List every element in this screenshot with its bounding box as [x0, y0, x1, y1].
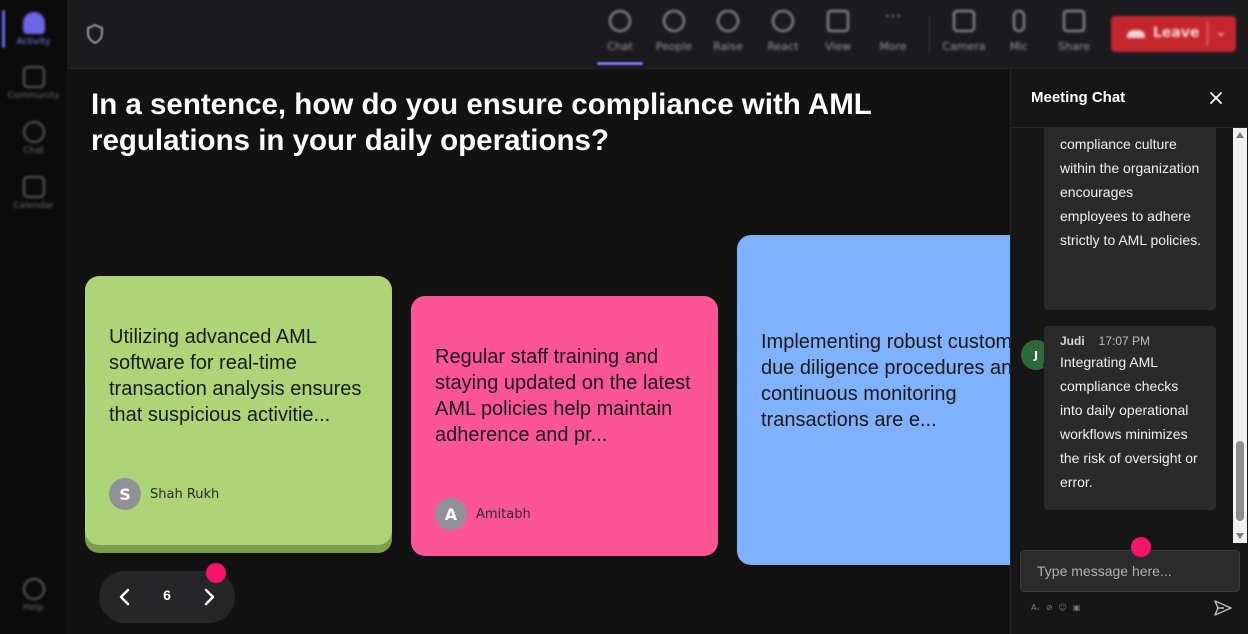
chat-icon	[22, 121, 45, 143]
shield-icon[interactable]	[87, 24, 103, 44]
gif-icon[interactable]: ▣	[1073, 603, 1081, 612]
chevron-down-icon[interactable]: ⌄	[1215, 24, 1227, 40]
chat-message: Judi 17:07 PM Integrating AML compliance…	[1044, 326, 1216, 510]
format-icon[interactable]: Aᵥ	[1031, 603, 1040, 612]
rail-item-activity[interactable]: Activity	[0, 12, 67, 47]
toolbar-share-button[interactable]: Share	[1049, 10, 1099, 53]
people-icon	[663, 10, 685, 32]
response-text: Implementing robust customer due diligen…	[761, 331, 1010, 431]
toolbar-chat-button[interactable]: Chat	[595, 10, 645, 53]
raise-hand-icon	[717, 10, 739, 32]
rail-item-label: Activity	[16, 37, 51, 47]
help-icon	[22, 578, 45, 600]
rail-item-calendar[interactable]: Calendar	[0, 176, 67, 211]
rail-item-label: Community	[7, 91, 60, 101]
response-card[interactable]: Regular staff training and staying updat…	[411, 296, 718, 556]
message-time: 17:07 PM	[1098, 334, 1151, 348]
scroll-thumb[interactable]	[1236, 441, 1244, 521]
formatting-toolbar: Aᵥ ⊘ ☺ ▣	[1031, 603, 1080, 612]
response-text: Utilizing advanced AML software for real…	[109, 326, 362, 426]
close-icon[interactable]	[1207, 89, 1225, 107]
leave-label: Leave	[1153, 25, 1200, 41]
response-card[interactable]: Implementing robust customer due diligen…	[737, 235, 1010, 565]
share-icon	[1063, 10, 1085, 32]
toolbar-raise-button[interactable]: Raise	[703, 10, 753, 53]
send-icon[interactable]	[1213, 599, 1233, 617]
chat-message-input[interactable]	[1020, 550, 1240, 592]
toolbar-mic-button[interactable]: Mic	[994, 10, 1044, 53]
emoji-icon[interactable]: ☺	[1059, 603, 1067, 612]
toolbar-camera-button[interactable]: Camera	[939, 10, 989, 53]
toolbar-button-label: Raise	[713, 40, 743, 53]
rail-item-chat[interactable]: Chat	[0, 121, 67, 156]
toolbar-react-button[interactable]: React	[758, 10, 808, 53]
active-tab-indicator	[597, 62, 643, 65]
toolbar-button-label: Chat	[607, 40, 633, 53]
message-text: Integrating AML compliance checks into d…	[1060, 354, 1198, 490]
chat-title: Meeting Chat	[1031, 89, 1126, 106]
hang-up-icon	[1127, 30, 1145, 38]
avatar-initial: J	[1033, 348, 1039, 362]
author-name: Shah Rukh	[150, 486, 220, 502]
leave-divider	[1207, 22, 1208, 46]
toolbar-more-button[interactable]: ··· More	[868, 6, 918, 54]
message-meta: Judi 17:07 PM	[1060, 332, 1204, 350]
react-icon	[772, 10, 794, 32]
response-author: A Amitabh	[435, 498, 531, 530]
page-number: 6	[163, 587, 171, 603]
meeting-window: Activity Community Chat Calendar Help Ch…	[0, 0, 1248, 634]
response-author: S Shah Rukh	[109, 478, 219, 510]
toolbar-button-label: Mic	[1009, 40, 1029, 53]
avatar: S	[109, 478, 141, 510]
scroll-up-icon[interactable]	[1236, 132, 1244, 138]
toolbar-separator	[929, 16, 930, 52]
camera-off-icon	[953, 10, 975, 32]
left-rail: Activity Community Chat Calendar Help	[0, 0, 68, 634]
toolbar-button-label: More	[879, 40, 907, 53]
chat-scrollbar[interactable]	[1233, 128, 1247, 543]
calendar-icon	[22, 176, 45, 198]
chat-icon	[609, 10, 631, 32]
toolbar-button-label: React	[767, 40, 799, 53]
meeting-chat-panel: Meeting Chat compliance culture within t…	[1010, 69, 1248, 634]
more-icon: ···	[884, 6, 902, 27]
rail-item-community[interactable]: Community	[0, 66, 67, 101]
chat-message: compliance culture within the organizati…	[1044, 128, 1216, 310]
toolbar-button-label: People	[655, 40, 693, 53]
response-card[interactable]: Utilizing advanced AML software for real…	[85, 276, 392, 545]
rail-item-label: Calendar	[13, 201, 54, 211]
author-name: Amitabh	[476, 506, 531, 522]
attach-icon[interactable]: ⊘	[1046, 603, 1053, 612]
question-title: In a sentence, how do you ensure complia…	[91, 88, 872, 157]
meeting-toolbar: Chat People Raise React View ··· More Ca…	[67, 0, 1248, 69]
toolbar-button-label: View	[824, 40, 852, 53]
toolbar-button-label: Camera	[942, 40, 986, 53]
rail-item-label: Help	[23, 603, 44, 613]
chevron-left-icon[interactable]	[113, 585, 137, 609]
bell-icon	[22, 12, 45, 34]
rail-item-help[interactable]: Help	[0, 578, 67, 613]
toolbar-button-label: Share	[1058, 40, 1090, 53]
message-author: Judi	[1060, 334, 1085, 348]
chevron-right-icon[interactable]	[197, 585, 221, 609]
scroll-down-icon[interactable]	[1236, 533, 1244, 539]
community-icon	[22, 66, 45, 88]
mic-icon	[1013, 10, 1025, 32]
chat-header: Meeting Chat	[1011, 69, 1248, 128]
notification-dot	[1131, 537, 1151, 557]
response-text: Regular staff training and staying updat…	[435, 346, 691, 446]
leave-button[interactable]: Leave ⌄	[1111, 16, 1236, 52]
chat-message-list: compliance culture within the organizati…	[1011, 128, 1233, 543]
toolbar-people-button[interactable]: People	[649, 10, 699, 53]
presentation-stage: In a sentence, how do you ensure complia…	[67, 69, 1010, 634]
avatar: A	[435, 498, 467, 530]
notification-dot	[206, 563, 226, 583]
message-text: compliance culture within the organizati…	[1060, 136, 1202, 248]
view-icon	[827, 10, 849, 32]
rail-item-label: Chat	[22, 146, 45, 156]
toolbar-view-button[interactable]: View	[813, 10, 863, 53]
